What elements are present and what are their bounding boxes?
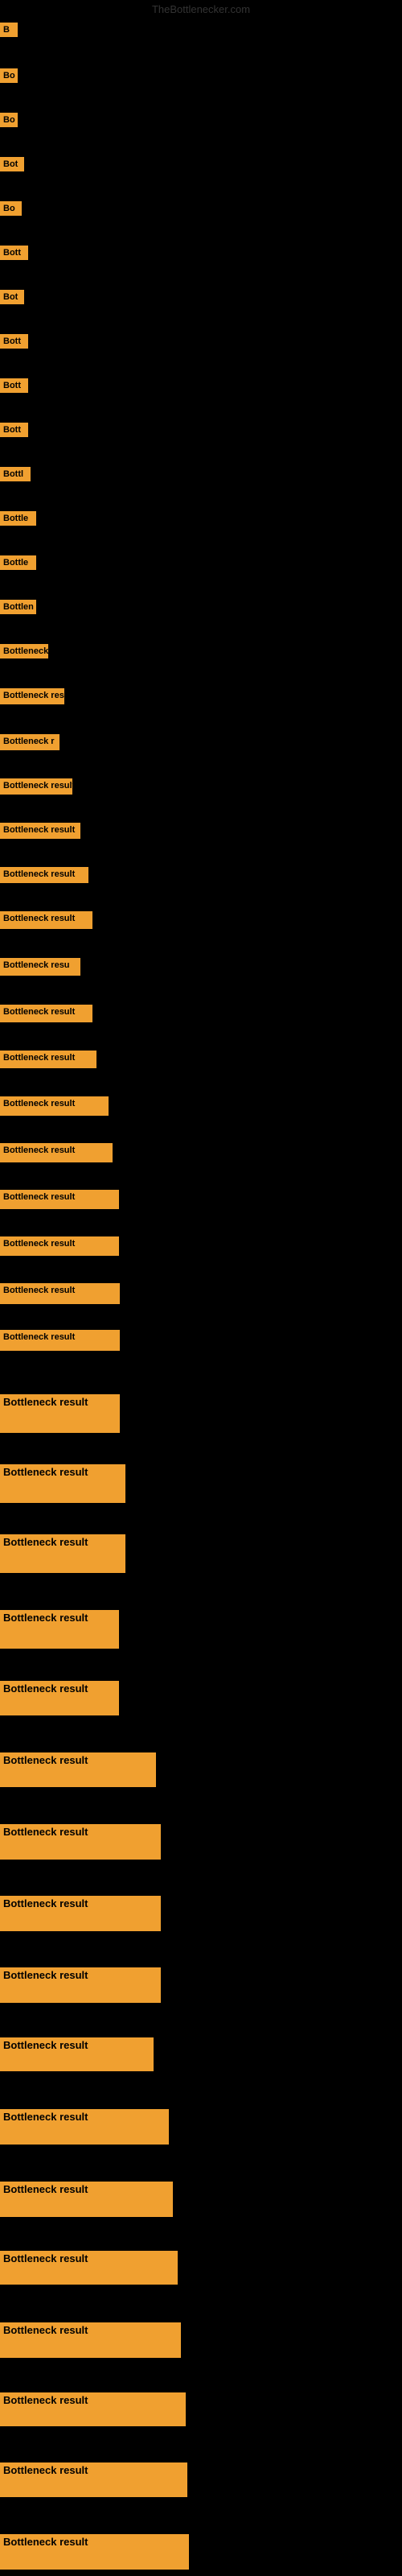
bottleneck-item-41[interactable]: Bottleneck result	[0, 2109, 169, 2145]
bottleneck-item-9[interactable]: Bott	[0, 378, 28, 393]
bottleneck-item-39[interactable]: Bottleneck result	[0, 1967, 161, 2003]
bottleneck-item-40[interactable]: Bottleneck result	[0, 2037, 154, 2071]
site-title: TheBottlenecker.com	[152, 3, 250, 15]
bottleneck-item-7[interactable]: Bot	[0, 290, 24, 304]
bottleneck-item-30[interactable]: Bottleneck result	[0, 1330, 120, 1351]
bottleneck-item-45[interactable]: Bottleneck result	[0, 2392, 186, 2426]
bottleneck-item-6[interactable]: Bott	[0, 246, 28, 260]
bottleneck-item-32[interactable]: Bottleneck result	[0, 1464, 125, 1503]
bottleneck-item-44[interactable]: Bottleneck result	[0, 2322, 181, 2358]
bottleneck-item-4[interactable]: Bot	[0, 157, 24, 171]
bottleneck-item-12[interactable]: Bottle	[0, 511, 36, 526]
bottleneck-item-19[interactable]: Bottleneck result	[0, 823, 80, 839]
bottleneck-item-31[interactable]: Bottleneck result	[0, 1394, 120, 1433]
bottleneck-item-42[interactable]: Bottleneck result	[0, 2182, 173, 2217]
bottleneck-item-47[interactable]: Bottleneck result	[0, 2534, 189, 2570]
bottleneck-item-43[interactable]: Bottleneck result	[0, 2251, 178, 2285]
bottleneck-item-25[interactable]: Bottleneck result	[0, 1096, 109, 1116]
bottleneck-item-23[interactable]: Bottleneck result	[0, 1005, 92, 1022]
bottleneck-item-29[interactable]: Bottleneck result	[0, 1283, 120, 1304]
bottleneck-item-37[interactable]: Bottleneck result	[0, 1824, 161, 1860]
bottleneck-item-33[interactable]: Bottleneck result	[0, 1534, 125, 1573]
bottleneck-item-35[interactable]: Bottleneck result	[0, 1681, 119, 1715]
bottleneck-item-28[interactable]: Bottleneck result	[0, 1236, 119, 1256]
bottleneck-item-21[interactable]: Bottleneck result	[0, 911, 92, 929]
bottleneck-item-46[interactable]: Bottleneck result	[0, 2462, 187, 2497]
bottleneck-item-20[interactable]: Bottleneck result	[0, 867, 88, 883]
bottleneck-item-10[interactable]: Bott	[0, 423, 28, 437]
bottleneck-item-16[interactable]: Bottleneck resu	[0, 688, 64, 704]
bottleneck-item-11[interactable]: Bottl	[0, 467, 31, 481]
bottleneck-item-5[interactable]: Bo	[0, 201, 22, 216]
bottleneck-item-27[interactable]: Bottleneck result	[0, 1190, 119, 1209]
bottleneck-item-14[interactable]: Bottlen	[0, 600, 36, 614]
bottleneck-item-1[interactable]: B	[0, 23, 18, 37]
bottleneck-item-26[interactable]: Bottleneck result	[0, 1143, 113, 1162]
bottleneck-item-22[interactable]: Bottleneck resu	[0, 958, 80, 976]
bottleneck-item-3[interactable]: Bo	[0, 113, 18, 127]
bottleneck-item-8[interactable]: Bott	[0, 334, 28, 349]
bottleneck-item-34[interactable]: Bottleneck result	[0, 1610, 119, 1649]
bottleneck-item-18[interactable]: Bottleneck result	[0, 778, 72, 795]
bottleneck-item-36[interactable]: Bottleneck result	[0, 1752, 156, 1787]
bottleneck-item-17[interactable]: Bottleneck r	[0, 734, 59, 750]
bottleneck-item-24[interactable]: Bottleneck result	[0, 1051, 96, 1068]
bottleneck-item-38[interactable]: Bottleneck result	[0, 1896, 161, 1931]
bottleneck-item-2[interactable]: Bo	[0, 68, 18, 83]
bottleneck-item-13[interactable]: Bottle	[0, 555, 36, 570]
bottleneck-item-15[interactable]: Bottleneck	[0, 644, 48, 658]
